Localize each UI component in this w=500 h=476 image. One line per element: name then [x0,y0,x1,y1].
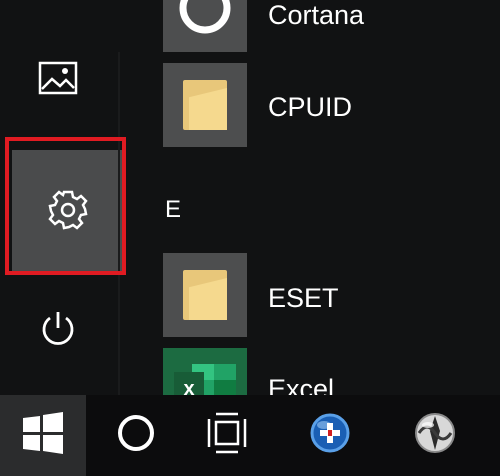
app-label-excel[interactable]: Excel [268,374,334,395]
task-view-button[interactable] [188,395,270,476]
windows-logo-icon [21,411,65,460]
pinned-app-2[interactable] [390,395,480,476]
cortana-ring-icon [175,0,235,43]
pinned-app-1[interactable] [285,395,375,476]
start-menu-left-rail [0,0,124,395]
eset-tile[interactable] [163,253,247,337]
start-button[interactable] [0,395,86,476]
cpuid-tile[interactable] [163,63,247,147]
cortana-circle-icon [114,411,158,460]
section-header-e[interactable]: E [165,196,181,224]
settings-button[interactable] [12,150,124,274]
rail-divider [118,52,120,395]
power-button[interactable] [20,292,96,368]
task-view-icon [205,411,253,460]
folder-icon [183,80,227,130]
taskbar [0,395,500,476]
folder-icon [183,270,227,320]
app-label-cortana[interactable]: Cortana [268,0,364,31]
gear-icon [46,188,90,237]
excel-icon: x [170,358,240,396]
compass-globe-app-icon [413,411,457,460]
cortana-search-button[interactable] [95,395,177,476]
power-icon [38,308,78,353]
cortana-tile[interactable] [163,0,247,52]
pictures-button[interactable] [20,42,96,118]
blue-medical-cross-app-icon [308,411,352,460]
start-menu: Cortana CPUID E ESET x Excel [0,0,500,395]
app-label-cpuid[interactable]: CPUID [268,92,352,123]
pictures-icon [38,61,78,100]
svg-text:x: x [183,378,194,396]
app-label-eset[interactable]: ESET [268,283,339,314]
excel-tile[interactable]: x [163,348,247,395]
